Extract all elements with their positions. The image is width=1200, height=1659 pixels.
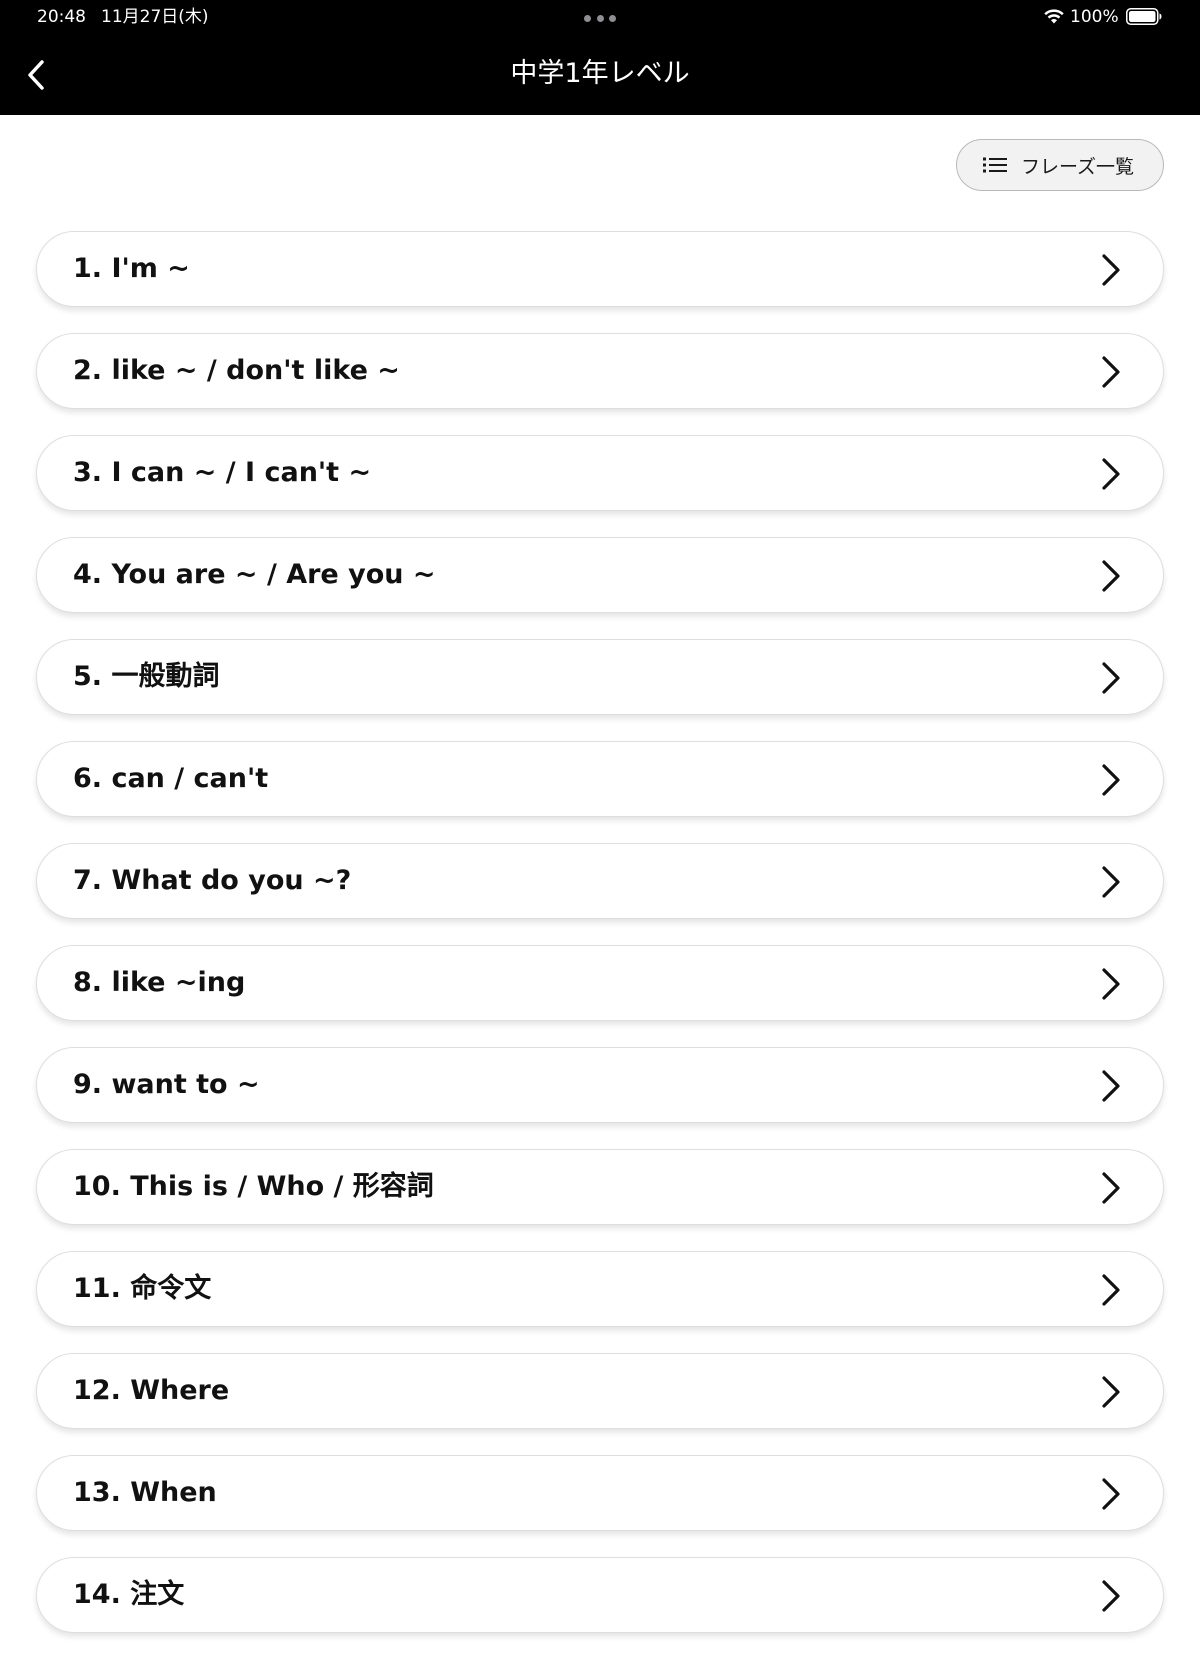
lesson-item[interactable]: 10. This is / Who / 形容詞	[36, 1149, 1164, 1225]
status-date: 11月27日(木)	[101, 7, 209, 27]
phrase-list-label: フレーズ一覧	[1021, 155, 1135, 178]
top-bar: 20:48 11月27日(木) 100% 中学1年レベル	[0, 0, 1200, 115]
lesson-label: 10. This is / Who / 形容詞	[73, 1171, 434, 1202]
lesson-item[interactable]: 8. like ~ing	[36, 945, 1164, 1021]
lesson-item[interactable]: 3. I can ~ / I can't ~	[36, 435, 1164, 511]
lesson-label: 12. Where	[73, 1375, 230, 1406]
chevron-left-icon	[28, 60, 44, 90]
lesson-label: 4. You are ~ / Are you ~	[73, 559, 436, 590]
chevron-right-icon	[1102, 254, 1120, 286]
lesson-item[interactable]: 4. You are ~ / Are you ~	[36, 537, 1164, 613]
lesson-item[interactable]: 6. can / can't	[36, 741, 1164, 817]
lesson-label: 6. can / can't	[73, 763, 269, 794]
wifi-icon	[1044, 9, 1064, 24]
chevron-right-icon	[1102, 560, 1120, 592]
status-time: 20:48	[37, 7, 86, 27]
lesson-item[interactable]: 11. 命令文	[36, 1251, 1164, 1327]
lesson-label: 5. 一般動詞	[73, 661, 220, 692]
chevron-right-icon	[1102, 1070, 1120, 1102]
lesson-item[interactable]: 1. I'm ~	[36, 231, 1164, 307]
lesson-label: 3. I can ~ / I can't ~	[73, 457, 372, 488]
back-button[interactable]	[14, 50, 58, 100]
chevron-right-icon	[1102, 1478, 1120, 1510]
lesson-label: 13. When	[73, 1477, 217, 1508]
chevron-right-icon	[1102, 968, 1120, 1000]
lesson-item[interactable]: 7. What do you ~?	[36, 843, 1164, 919]
lesson-label: 9. want to ~	[73, 1069, 260, 1100]
multitasking-dots-icon[interactable]	[584, 14, 616, 22]
lesson-item[interactable]: 2. like ~ / don't like ~	[36, 333, 1164, 409]
chevron-right-icon	[1102, 866, 1120, 898]
lesson-label: 11. 命令文	[73, 1273, 212, 1304]
chevron-right-icon	[1102, 356, 1120, 388]
lesson-label: 8. like ~ing	[73, 967, 246, 998]
lesson-label: 14. 注文	[73, 1579, 185, 1610]
chevron-right-icon	[1102, 1274, 1120, 1306]
chevron-right-icon	[1102, 662, 1120, 694]
battery-percent: 100%	[1070, 7, 1119, 27]
lesson-label: 1. I'm ~	[73, 253, 190, 284]
lesson-list: 1. I'm ~ 2. like ~ / don't like ~ 3. I can…	[36, 231, 1164, 1659]
chevron-right-icon	[1102, 764, 1120, 796]
battery-icon	[1126, 8, 1162, 25]
phrase-list-button[interactable]: フレーズ一覧	[956, 139, 1164, 191]
lesson-item[interactable]: 14. 注文	[36, 1557, 1164, 1633]
lesson-item[interactable]: 12. Where	[36, 1353, 1164, 1429]
lesson-item[interactable]: 9. want to ~	[36, 1047, 1164, 1123]
chevron-right-icon	[1102, 458, 1120, 490]
lesson-label: 2. like ~ / don't like ~	[73, 355, 400, 386]
chevron-right-icon	[1102, 1172, 1120, 1204]
lesson-label: 7. What do you ~?	[73, 865, 352, 896]
chevron-right-icon	[1102, 1376, 1120, 1408]
list-icon	[983, 157, 1007, 173]
lesson-item[interactable]: 5. 一般動詞	[36, 639, 1164, 715]
page-title: 中学1年レベル	[510, 58, 690, 89]
chevron-right-icon	[1102, 1580, 1120, 1612]
lesson-item[interactable]: 13. When	[36, 1455, 1164, 1531]
